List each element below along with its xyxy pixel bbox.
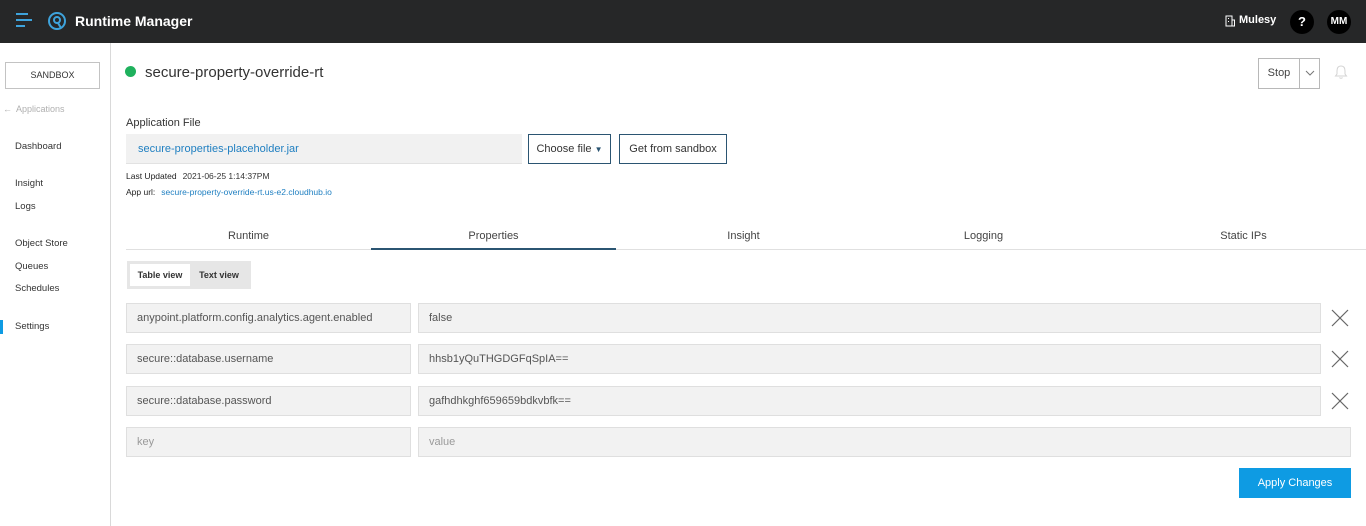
application-file-label: Application File (126, 117, 201, 129)
app-url-line: App url: secure-property-override-rt.us-e… (126, 187, 332, 197)
bell-icon[interactable] (1333, 64, 1349, 80)
sidebar-item-object-store[interactable]: Object Store (15, 238, 68, 249)
back-arrow-icon: ← (3, 104, 12, 114)
delete-property-icon[interactable] (1330, 391, 1350, 411)
help-button[interactable]: ? (1290, 10, 1314, 34)
tab-runtime[interactable]: Runtime (126, 223, 371, 249)
application-name: secure-property-override-rt (145, 64, 324, 81)
caret-down-icon: ▼ (594, 145, 603, 154)
property-key-input[interactable]: secure::database.password (126, 386, 411, 416)
chevron-down-icon[interactable] (1300, 59, 1320, 88)
organization-name[interactable]: Mulesy (1239, 14, 1276, 26)
apply-changes-button[interactable]: Apply Changes (1239, 468, 1351, 498)
choose-file-button[interactable]: Choose file ▼ (528, 134, 611, 164)
environment-selector-button[interactable]: SANDBOX (5, 62, 100, 89)
get-from-sandbox-button[interactable]: Get from sandbox (619, 134, 727, 164)
active-indicator (0, 320, 3, 334)
last-updated-line: Last Updated 2021-06-25 1:14:37PM (126, 171, 270, 181)
text-view-button[interactable]: Text view (190, 264, 248, 286)
back-link-label: Applications (16, 104, 65, 114)
new-key-input[interactable]: key (126, 427, 411, 457)
app-title: Runtime Manager (75, 13, 193, 29)
stop-button-group: Stop (1258, 58, 1320, 89)
property-value-input[interactable]: false (418, 303, 1321, 333)
sidebar-item-settings[interactable]: Settings (15, 321, 49, 332)
sidebar-item-insight[interactable]: Insight (15, 178, 43, 189)
settings-tabs: Runtime Properties Insight Logging Stati… (126, 223, 1366, 250)
sidebar-item-logs[interactable]: Logs (15, 201, 36, 212)
property-key-input[interactable]: anypoint.platform.config.analytics.agent… (126, 303, 411, 333)
app-status-indicator (125, 66, 136, 77)
user-avatar[interactable]: MM (1327, 10, 1351, 34)
view-toggle: Table view Text view (127, 261, 251, 289)
delete-property-icon[interactable] (1330, 349, 1350, 369)
tab-logging[interactable]: Logging (861, 223, 1106, 249)
property-value-input[interactable]: hhsb1yQuTHGDGFqSpIA== (418, 344, 1321, 374)
last-updated-value: 2021-06-25 1:14:37PM (182, 171, 270, 181)
app-url-label: App url: (126, 187, 156, 197)
stop-button[interactable]: Stop (1259, 59, 1300, 88)
sidebar-item-dashboard[interactable]: Dashboard (15, 141, 61, 152)
tab-static-ips[interactable]: Static IPs (1121, 223, 1366, 249)
sidebar-item-schedules[interactable]: Schedules (15, 283, 59, 294)
sidebar: SANDBOX ← Applications Dashboard Insight … (0, 43, 111, 526)
runtime-manager-logo-icon (48, 12, 66, 30)
last-updated-label: Last Updated (126, 171, 177, 181)
table-view-button[interactable]: Table view (130, 264, 190, 286)
organization-icon (1225, 15, 1235, 27)
tab-properties[interactable]: Properties (371, 223, 616, 250)
application-file-field[interactable]: secure-properties-placeholder.jar (126, 134, 522, 164)
hamburger-menu-icon[interactable] (16, 13, 32, 27)
choose-file-label: Choose file (536, 143, 592, 155)
delete-property-icon[interactable] (1330, 308, 1350, 328)
property-key-input[interactable]: secure::database.username (126, 344, 411, 374)
top-bar: Runtime Manager Mulesy ? MM (0, 0, 1366, 43)
app-url-link[interactable]: secure-property-override-rt.us-e2.cloudh… (161, 187, 332, 197)
back-to-applications-link[interactable]: ← Applications (3, 104, 65, 114)
property-value-input[interactable]: gafhdhkghf659659bdkvbfk== (418, 386, 1321, 416)
new-value-input[interactable]: value (418, 427, 1351, 457)
tab-insight[interactable]: Insight (621, 223, 866, 249)
sidebar-item-queues[interactable]: Queues (15, 261, 48, 272)
